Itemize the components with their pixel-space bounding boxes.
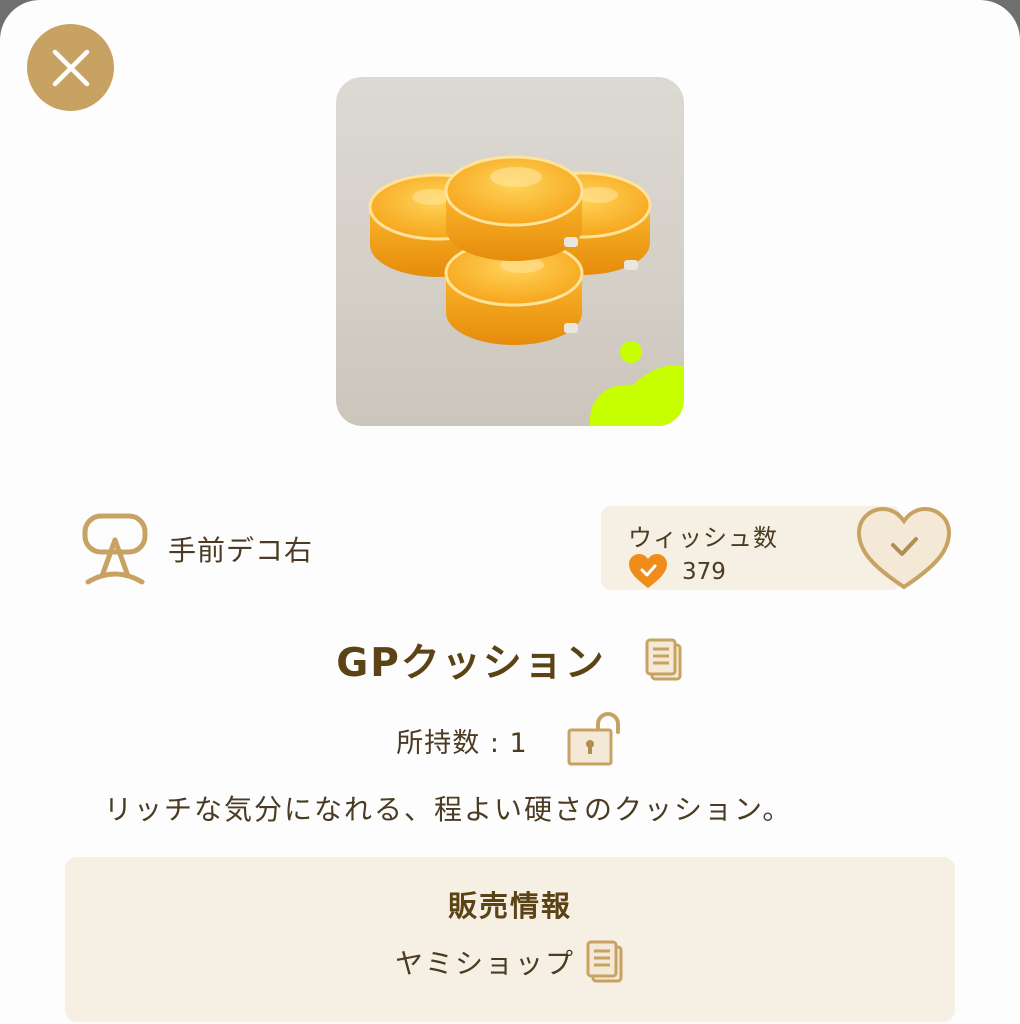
item-image: [336, 77, 684, 426]
wish-heart-button-icon: [856, 506, 952, 590]
wish-toggle-button[interactable]: [855, 505, 953, 591]
shop-name: ヤミショップ: [394, 947, 575, 980]
owned-count-row: 所持数 : 1: [0, 712, 1020, 768]
item-name: GPクッション: [336, 641, 606, 686]
sales-info-panel: 販売情報 ヤミショップ: [65, 857, 955, 1022]
decoration-stand-icon: [82, 513, 148, 585]
wish-count-row: 379: [628, 554, 726, 590]
sales-info-title: 販売情報: [447, 889, 572, 923]
shop-row: ヤミショップ: [65, 939, 955, 985]
close-button[interactable]: [27, 24, 114, 111]
unlock-icon[interactable]: [566, 712, 624, 768]
close-icon: [52, 49, 89, 86]
owned-count: 所持数 : 1: [396, 727, 528, 759]
item-detail-sheet: 手前デコ右 ウィッシュ数 379 GPクッション 所持数 : 1 リッチな気分に…: [0, 0, 1020, 1024]
cushion-illustration: [368, 155, 684, 426]
wish-count: 379: [682, 559, 726, 585]
item-name-row: GPクッション: [0, 632, 1020, 688]
category-label: 手前デコ右: [168, 534, 314, 567]
item-description: リッチな気分になれる、程よい硬さのクッション。: [104, 793, 793, 826]
copy-icon[interactable]: [644, 637, 684, 683]
copy-icon[interactable]: [585, 939, 625, 985]
item-category: 手前デコ右: [80, 512, 313, 586]
wish-title: ウィッシュ数: [628, 524, 778, 552]
new-badge-blob: [589, 341, 684, 426]
heart-check-icon: [629, 554, 667, 588]
